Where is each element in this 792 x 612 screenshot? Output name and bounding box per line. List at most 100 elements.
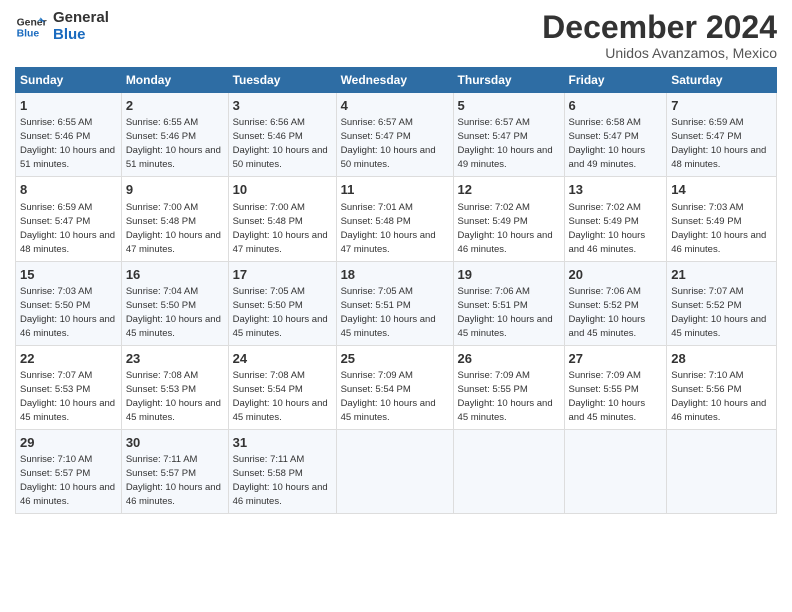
day-info: Sunrise: 7:05 AMSunset: 5:51 PMDaylight:… <box>341 286 436 339</box>
main-title: December 2024 <box>542 10 777 45</box>
day-number: 30 <box>126 434 224 452</box>
day-cell: 25 Sunrise: 7:09 AMSunset: 5:54 PMDayligh… <box>336 345 453 429</box>
title-block: December 2024 Unidos Avanzamos, Mexico <box>542 10 777 61</box>
day-info: Sunrise: 7:04 AMSunset: 5:50 PMDaylight:… <box>126 286 221 339</box>
day-number: 18 <box>341 266 449 284</box>
logo-icon: General Blue <box>15 11 47 43</box>
day-number: 26 <box>458 350 560 368</box>
day-number: 9 <box>126 181 224 199</box>
header-row: SundayMondayTuesdayWednesdayThursdayFrid… <box>16 68 777 93</box>
header-wednesday: Wednesday <box>336 68 453 93</box>
day-info: Sunrise: 7:03 AMSunset: 5:49 PMDaylight:… <box>671 202 766 255</box>
day-number: 6 <box>569 97 663 115</box>
day-info: Sunrise: 6:55 AMSunset: 5:46 PMDaylight:… <box>126 117 221 170</box>
day-info: Sunrise: 6:58 AMSunset: 5:47 PMDaylight:… <box>569 117 646 170</box>
header-sunday: Sunday <box>16 68 122 93</box>
day-cell: 20 Sunrise: 7:06 AMSunset: 5:52 PMDayligh… <box>564 261 667 345</box>
day-number: 16 <box>126 266 224 284</box>
day-info: Sunrise: 7:09 AMSunset: 5:55 PMDaylight:… <box>458 370 553 423</box>
day-cell: 1 Sunrise: 6:55 AMSunset: 5:46 PMDaylight… <box>16 93 122 177</box>
day-number: 24 <box>233 350 332 368</box>
day-cell: 23 Sunrise: 7:08 AMSunset: 5:53 PMDayligh… <box>121 345 228 429</box>
day-info: Sunrise: 7:01 AMSunset: 5:48 PMDaylight:… <box>341 202 436 255</box>
day-info: Sunrise: 6:59 AMSunset: 5:47 PMDaylight:… <box>671 117 766 170</box>
day-cell <box>336 429 453 513</box>
day-number: 8 <box>20 181 117 199</box>
day-number: 4 <box>341 97 449 115</box>
header-tuesday: Tuesday <box>228 68 336 93</box>
day-cell: 22Sunrise: 7:07 AMSunset: 5:53 PMDayligh… <box>16 345 122 429</box>
day-info: Sunrise: 7:00 AMSunset: 5:48 PMDaylight:… <box>126 202 221 255</box>
day-number: 5 <box>458 97 560 115</box>
day-number: 7 <box>671 97 772 115</box>
day-number: 11 <box>341 181 449 199</box>
header-thursday: Thursday <box>453 68 564 93</box>
day-cell: 5Sunrise: 6:57 AMSunset: 5:47 PMDaylight… <box>453 93 564 177</box>
day-number: 28 <box>671 350 772 368</box>
header-monday: Monday <box>121 68 228 93</box>
day-info: Sunrise: 6:57 AMSunset: 5:47 PMDaylight:… <box>341 117 436 170</box>
week-row-1: 1 Sunrise: 6:55 AMSunset: 5:46 PMDaylight… <box>16 93 777 177</box>
day-info: Sunrise: 7:02 AMSunset: 5:49 PMDaylight:… <box>458 202 553 255</box>
day-number: 23 <box>126 350 224 368</box>
day-cell: 15 Sunrise: 7:03 AMSunset: 5:50 PMDayligh… <box>16 261 122 345</box>
day-cell: 31Sunrise: 7:11 AMSunset: 5:58 PMDayligh… <box>228 429 336 513</box>
day-number: 14 <box>671 181 772 199</box>
day-number: 15 <box>20 266 117 284</box>
week-row-5: 29 Sunrise: 7:10 AMSunset: 5:57 PMDayligh… <box>16 429 777 513</box>
day-info: Sunrise: 7:08 AMSunset: 5:53 PMDaylight:… <box>126 370 221 423</box>
day-cell: 19Sunrise: 7:06 AMSunset: 5:51 PMDayligh… <box>453 261 564 345</box>
day-cell: 2 Sunrise: 6:55 AMSunset: 5:46 PMDaylight… <box>121 93 228 177</box>
subtitle: Unidos Avanzamos, Mexico <box>542 45 777 61</box>
day-cell: 8 Sunrise: 6:59 AMSunset: 5:47 PMDaylight… <box>16 177 122 261</box>
day-number: 21 <box>671 266 772 284</box>
day-info: Sunrise: 6:59 AMSunset: 5:47 PMDaylight:… <box>20 202 115 255</box>
svg-text:General: General <box>17 17 47 28</box>
day-cell: 12 Sunrise: 7:02 AMSunset: 5:49 PMDayligh… <box>453 177 564 261</box>
logo: General Blue General Blue <box>15 10 109 43</box>
day-cell: 7 Sunrise: 6:59 AMSunset: 5:47 PMDaylight… <box>667 93 777 177</box>
day-cell: 3Sunrise: 6:56 AMSunset: 5:46 PMDaylight… <box>228 93 336 177</box>
day-cell <box>453 429 564 513</box>
day-number: 2 <box>126 97 224 115</box>
day-number: 13 <box>569 181 663 199</box>
day-number: 29 <box>20 434 117 452</box>
day-cell: 9 Sunrise: 7:00 AMSunset: 5:48 PMDaylight… <box>121 177 228 261</box>
day-info: Sunrise: 7:10 AMSunset: 5:57 PMDaylight:… <box>20 454 115 507</box>
day-info: Sunrise: 7:10 AMSunset: 5:56 PMDaylight:… <box>671 370 766 423</box>
header: General Blue General Blue December 2024 … <box>15 10 777 61</box>
day-cell: 4 Sunrise: 6:57 AMSunset: 5:47 PMDaylight… <box>336 93 453 177</box>
day-cell: 6 Sunrise: 6:58 AMSunset: 5:47 PMDaylight… <box>564 93 667 177</box>
day-info: Sunrise: 7:09 AMSunset: 5:54 PMDaylight:… <box>341 370 436 423</box>
svg-text:Blue: Blue <box>17 28 40 39</box>
day-number: 20 <box>569 266 663 284</box>
day-cell: 28 Sunrise: 7:10 AMSunset: 5:56 PMDayligh… <box>667 345 777 429</box>
day-number: 22 <box>20 350 117 368</box>
day-info: Sunrise: 7:07 AMSunset: 5:52 PMDaylight:… <box>671 286 766 339</box>
day-cell: 24 Sunrise: 7:08 AMSunset: 5:54 PMDayligh… <box>228 345 336 429</box>
day-number: 12 <box>458 181 560 199</box>
day-number: 25 <box>341 350 449 368</box>
day-cell: 27Sunrise: 7:09 AMSunset: 5:55 PMDayligh… <box>564 345 667 429</box>
day-info: Sunrise: 7:00 AMSunset: 5:48 PMDaylight:… <box>233 202 328 255</box>
day-cell <box>564 429 667 513</box>
day-number: 10 <box>233 181 332 199</box>
day-cell <box>667 429 777 513</box>
day-info: Sunrise: 7:11 AMSunset: 5:58 PMDaylight:… <box>233 454 328 507</box>
day-info: Sunrise: 6:55 AMSunset: 5:46 PMDaylight:… <box>20 117 115 170</box>
day-cell: 30Sunrise: 7:11 AMSunset: 5:57 PMDayligh… <box>121 429 228 513</box>
day-info: Sunrise: 7:03 AMSunset: 5:50 PMDaylight:… <box>20 286 115 339</box>
day-cell: 26 Sunrise: 7:09 AMSunset: 5:55 PMDayligh… <box>453 345 564 429</box>
header-friday: Friday <box>564 68 667 93</box>
day-cell: 21 Sunrise: 7:07 AMSunset: 5:52 PMDayligh… <box>667 261 777 345</box>
day-info: Sunrise: 7:06 AMSunset: 5:52 PMDaylight:… <box>569 286 646 339</box>
day-number: 17 <box>233 266 332 284</box>
day-number: 1 <box>20 97 117 115</box>
day-number: 3 <box>233 97 332 115</box>
day-info: Sunrise: 7:08 AMSunset: 5:54 PMDaylight:… <box>233 370 328 423</box>
day-info: Sunrise: 7:05 AMSunset: 5:50 PMDaylight:… <box>233 286 328 339</box>
week-row-4: 22Sunrise: 7:07 AMSunset: 5:53 PMDayligh… <box>16 345 777 429</box>
logo-line1: General <box>53 10 109 27</box>
day-cell: 13Sunrise: 7:02 AMSunset: 5:49 PMDayligh… <box>564 177 667 261</box>
header-saturday: Saturday <box>667 68 777 93</box>
